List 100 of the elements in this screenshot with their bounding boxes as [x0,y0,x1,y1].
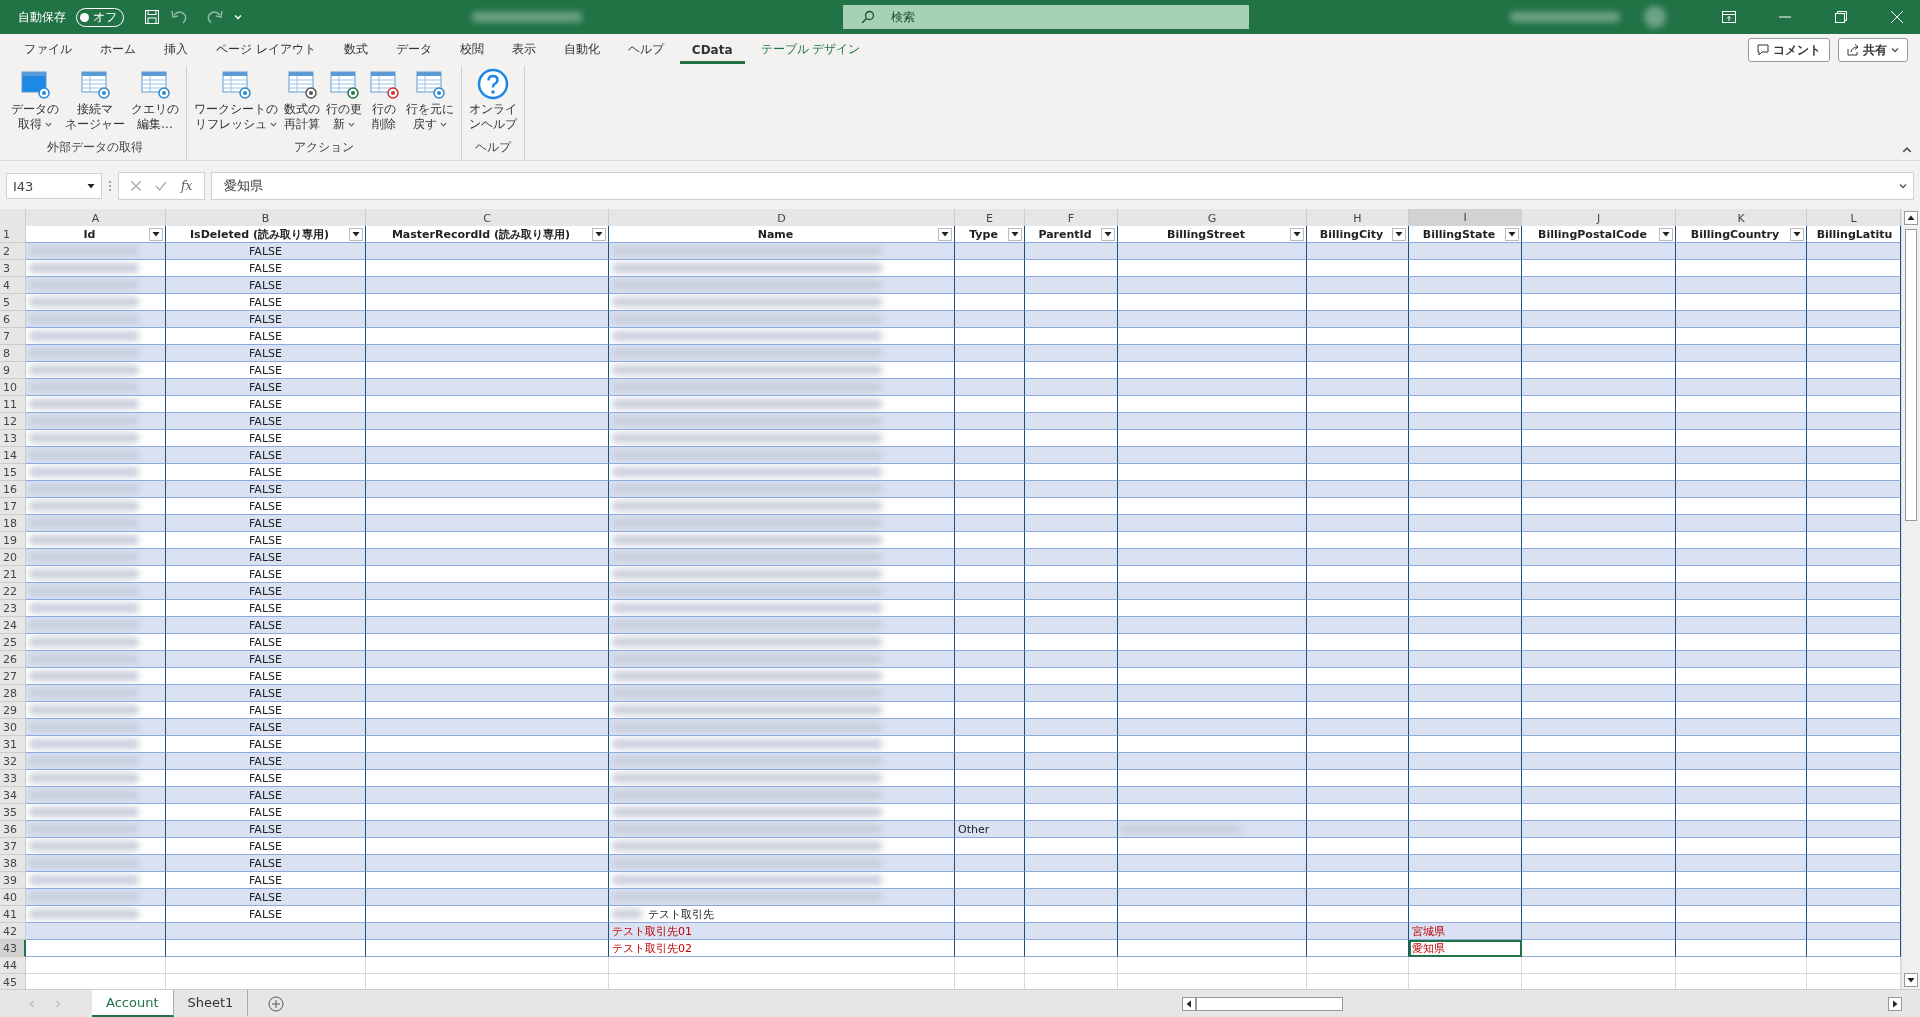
ribbon-tab[interactable]: 自動化 [551,35,612,65]
dropdown-icon [941,230,949,238]
scroll-right-button[interactable] [1888,996,1902,1011]
scroll-left-button[interactable] [1182,996,1196,1011]
ribbon-tab[interactable]: ホーム [88,35,148,65]
check-icon[interactable] [155,181,167,191]
row-header[interactable]: 37 [0,838,26,855]
row-header[interactable]: 23 [0,600,26,617]
filter-button[interactable] [592,227,606,241]
ribbon-button[interactable]: オンライ ンヘルプ [466,66,520,139]
row-header[interactable]: 5 [0,294,26,311]
row-header[interactable]: 3 [0,260,26,277]
row-header[interactable]: 22 [0,583,26,600]
row-header[interactable]: 24 [0,617,26,634]
row-header[interactable]: 35 [0,804,26,821]
row-header[interactable]: 7 [0,328,26,345]
ribbon-button[interactable]: データの 取得 [8,66,62,139]
ribbon-tab[interactable]: 校閲 [447,35,496,65]
sheet-tab[interactable]: Sheet1 [173,990,249,1017]
row-header[interactable]: 17 [0,498,26,515]
ribbon-tab[interactable]: ファイル [12,35,84,65]
ribbon-tab[interactable]: CData [679,36,745,64]
row-header[interactable]: 4 [0,277,26,294]
search-field[interactable]: 検索 [843,5,1249,29]
row-header[interactable]: 19 [0,532,26,549]
share-button[interactable]: 共有 [1838,38,1908,62]
add-sheet-button[interactable] [268,995,285,1012]
dropdown-icon [1508,230,1516,238]
ribbon-tab[interactable]: 表示 [499,35,548,65]
row-header[interactable]: 30 [0,719,26,736]
filter-button[interactable] [1101,227,1115,241]
row-header[interactable]: 41 [0,906,26,923]
row-header[interactable]: 6 [0,311,26,328]
ribbon-tab[interactable]: 挿入 [152,35,200,65]
row-header[interactable]: 27 [0,668,26,685]
filter-button[interactable] [1505,227,1519,241]
filter-button[interactable] [1790,227,1804,241]
row-header[interactable]: 12 [0,413,26,430]
ribbon-button[interactable]: 接続マ ネージャー [62,66,128,139]
row-header[interactable]: 13 [0,430,26,447]
ribbon-tab[interactable]: 数式 [331,35,380,65]
row-header[interactable]: 44 [0,957,26,974]
search-icon [861,10,875,24]
row-header[interactable]: 16 [0,481,26,498]
row-header[interactable]: 18 [0,515,26,532]
name-box[interactable]: I43 [6,173,102,199]
ribbon-tab[interactable]: データ [383,35,444,65]
row-header[interactable]: 45 [0,974,26,989]
ribbon-tab[interactable]: ページ レイアウト [204,35,328,65]
ribbon-tab[interactable]: テーブル デザイン [748,35,873,65]
row-header[interactable]: 20 [0,549,26,566]
scroll-down-button[interactable] [1904,973,1918,987]
row-header[interactable]: 21 [0,566,26,583]
insert-function-button[interactable]: fx [181,179,193,193]
ribbon-button[interactable]: ワークシートの リフレッシュ [191,66,281,139]
ribbon-button[interactable]: 行の更 新 [323,66,365,139]
ribbon-button[interactable]: クエリの 編集... [128,66,182,139]
row-header[interactable]: 43 [0,940,26,957]
row-header[interactable]: 34 [0,787,26,804]
table-cell: FALSE [166,787,366,804]
filter-button[interactable] [938,227,952,241]
row-header[interactable]: 40 [0,889,26,906]
row-header[interactable]: 26 [0,651,26,668]
row-header[interactable]: 42 [0,923,26,940]
row-header[interactable]: 32 [0,753,26,770]
row-header[interactable]: 36 [0,821,26,838]
row-header[interactable]: 1 [0,226,26,243]
ribbon-tab[interactable]: ヘルプ [615,35,676,65]
row-header[interactable]: 39 [0,872,26,889]
row-header[interactable]: 14 [0,447,26,464]
caret-icon [1891,46,1899,54]
row-header[interactable]: 38 [0,855,26,872]
scrollbar-thumb[interactable] [1196,996,1343,1011]
filter-button[interactable] [1008,227,1022,241]
row-header[interactable]: 29 [0,702,26,719]
formula-field[interactable]: 愛知県 [211,172,1914,200]
filter-button[interactable] [349,227,363,241]
row-header[interactable]: 11 [0,396,26,413]
comment-button[interactable]: コメント [1748,38,1830,62]
filter-button[interactable] [1392,227,1406,241]
ribbon-button[interactable]: 行を元に 戻す [403,66,457,139]
scroll-up-button[interactable] [1904,211,1918,225]
row-header[interactable]: 33 [0,770,26,787]
sheet-tab[interactable]: Account [92,990,174,1017]
row-header[interactable]: 15 [0,464,26,481]
row-header[interactable]: 25 [0,634,26,651]
filter-button[interactable] [1659,227,1673,241]
filter-button[interactable] [1290,227,1304,241]
scrollbar-thumb[interactable] [1905,229,1917,521]
row-header[interactable]: 8 [0,345,26,362]
row-header[interactable]: 31 [0,736,26,753]
ribbon-button[interactable]: 数式の 再計算 [281,66,323,139]
ribbon-button[interactable]: 行の 削除 [365,66,403,139]
save-icon[interactable] [144,9,160,25]
dropdown-icon [152,230,160,238]
filter-button[interactable] [149,227,163,241]
row-header[interactable]: 2 [0,243,26,260]
row-header[interactable]: 9 [0,362,26,379]
row-header[interactable]: 10 [0,379,26,396]
row-header[interactable]: 28 [0,685,26,702]
